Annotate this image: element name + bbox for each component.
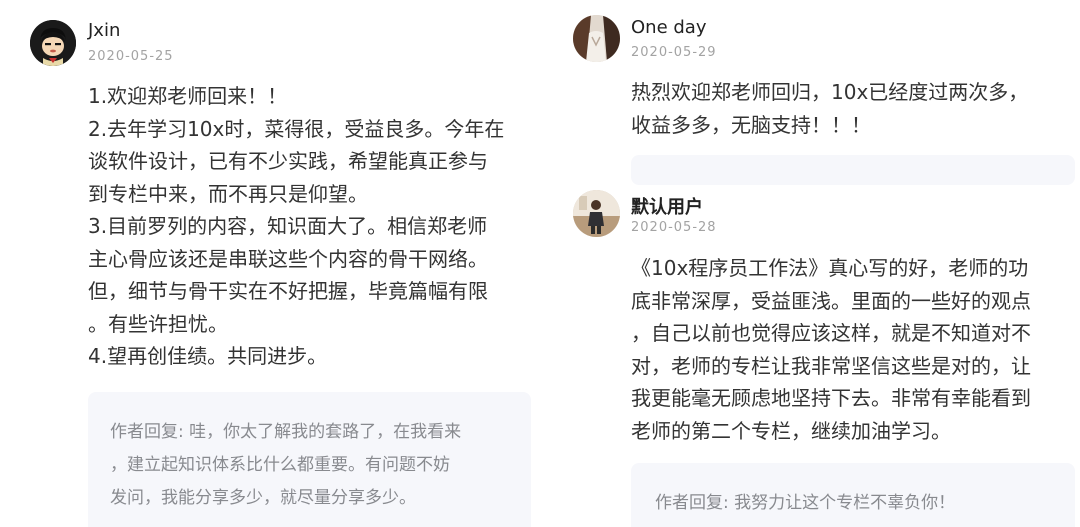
- comment-line: 主心骨应该还是串联这些个内容的骨干网络。: [88, 246, 488, 271]
- comment-line: 对，老师的专栏让我非常坚信这些是对的，让: [631, 353, 1031, 378]
- comment-line: 3.目前罗列的内容，知识面大了。相信郑老师: [88, 214, 488, 238]
- reply-line: ，建立起知识体系比什么都重要。有问题不妨: [110, 455, 450, 475]
- comment-line: 谈软件设计，已有不少实践，希望能真正参与: [88, 149, 488, 173]
- author-reply: 作者回复: 哇，你太了解我的套路了，在我看来 ，建立起知识体系比什么都重要。有问…: [88, 392, 531, 527]
- user-name[interactable]: 默认用户: [631, 193, 703, 219]
- comment-line: 1.欢迎郑老师回来！！: [88, 84, 288, 108]
- comment-line: 我更能毫无顾虑地坚持下去。非常有幸能看到: [631, 386, 1031, 410]
- comment-content: 热烈欢迎郑老师回归，10x已经度过两次多， 收益多多，无脑支持！！！: [631, 76, 1028, 141]
- author-reply: [631, 155, 1075, 185]
- cartoon-boy-avatar-icon: [30, 20, 76, 66]
- user-name[interactable]: One day: [631, 17, 706, 38]
- comment-line: 2.去年学习10x时，菜得很，受益良多。今年在: [88, 116, 505, 141]
- reply-line: 作者回复: 我努力让这个专栏不辜负你！: [655, 493, 956, 513]
- comment-line: 《10x程序员工作法》真心写的好，老师的功: [631, 256, 1029, 280]
- comment-line: 老师的第二个专栏，继续加油学习。: [631, 418, 951, 443]
- reply-line: 作者回复: 哇，你太了解我的套路了，在我看来: [110, 422, 462, 442]
- comments-page: Jxin 2020-05-25 1.欢迎郑老师回来！！ 2.去年学习10x时，菜…: [0, 0, 1080, 527]
- author-reply-text: 作者回复: 哇，你太了解我的套路了，在我看来 ，建立起知识体系比什么都重要。有问…: [110, 416, 461, 515]
- comment-line: 底非常深厚，受益匪浅。里面的一些好的观点: [631, 288, 1031, 313]
- comment-date: 2020-05-25: [88, 49, 174, 64]
- comment-line: 热烈欢迎郑老师回归，10x已经度过两次多，: [631, 80, 1029, 104]
- comment-line: ，自己以前也觉得应该这样，就是不知道对不: [631, 321, 1031, 345]
- comment-line: 4.望再创佳绩。共同进步。: [88, 344, 328, 368]
- author-reply: 作者回复: 我努力让这个专栏不辜负你！: [631, 463, 1075, 527]
- comment-line: 但，细节与骨干实在不好把握，毕竟篇幅有限: [88, 279, 488, 303]
- user-name[interactable]: Jxin: [88, 20, 120, 41]
- photo-avatar-icon: [573, 190, 620, 237]
- comment-content: 《10x程序员工作法》真心写的好，老师的功 底非常深厚，受益匪浅。里面的一些好的…: [631, 252, 1031, 447]
- comment-line: 到专栏中来，而不再只是仰望。: [88, 181, 368, 206]
- comment-line: 。有些许担忧。: [88, 311, 228, 336]
- user-avatar[interactable]: [30, 20, 76, 66]
- author-reply-text: 作者回复: 我努力让这个专栏不辜负你！: [655, 487, 955, 520]
- comment-line: 收益多多，无脑支持！！！: [631, 112, 871, 137]
- reply-line: 发问，我能分享多少，就尽量分享多少。: [110, 488, 416, 508]
- photo-avatar-icon: [573, 15, 620, 62]
- comment-date: 2020-05-29: [631, 45, 717, 60]
- comment-content: 1.欢迎郑老师回来！！ 2.去年学习10x时，菜得很，受益良多。今年在 谈软件设…: [88, 80, 504, 373]
- user-avatar[interactable]: [573, 190, 620, 237]
- user-avatar[interactable]: [573, 15, 620, 62]
- comment-date: 2020-05-28: [631, 220, 717, 235]
